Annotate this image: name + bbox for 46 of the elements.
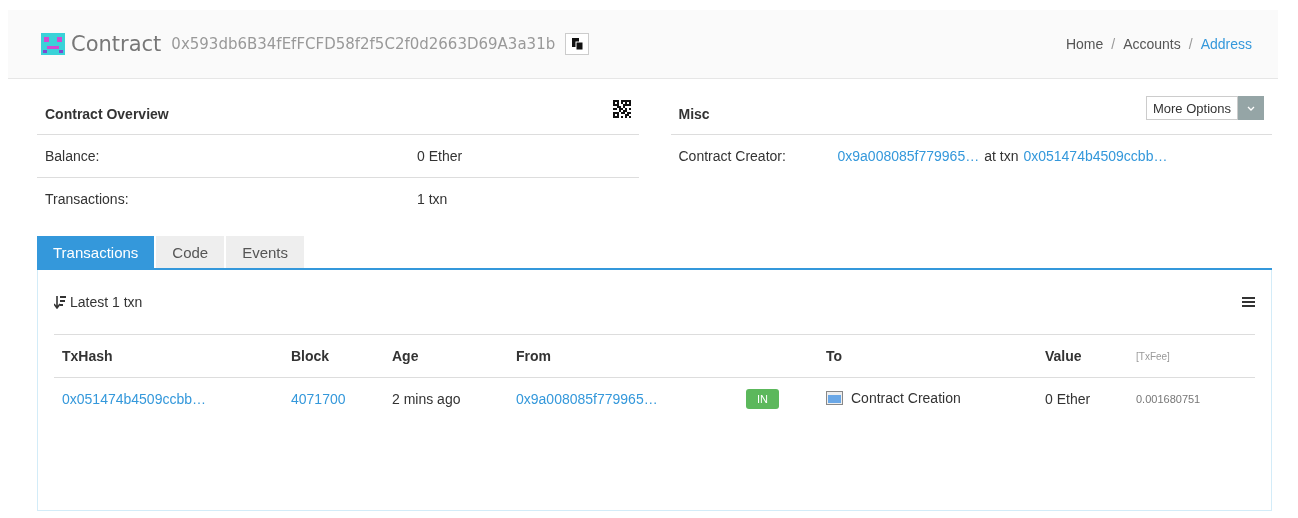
qr-code-icon[interactable] <box>612 99 631 118</box>
tab[interactable]: Code <box>156 236 225 268</box>
panel-title: Misc <box>678 104 710 122</box>
transaction-link[interactable]: 0x051474b4509ccbb… <box>1023 148 1168 164</box>
column-header: Value <box>1037 335 1128 378</box>
table-cell: 2 mins ago <box>384 377 508 420</box>
tab[interactable]: Events <box>226 236 305 268</box>
table-cell: 0 Ether <box>1037 377 1128 420</box>
breadcrumb-separator: / <box>1188 36 1193 52</box>
sender-link[interactable]: 0x9a008085f779965… <box>516 391 658 407</box>
contract-address: 0x593db6B34fEfFCFD58f2f5C2f0d2663D69A3a31b <box>171 35 556 53</box>
creator-link[interactable]: 0x9a008085f779965… <box>837 148 980 164</box>
tab[interactable]: Transactions <box>37 236 155 268</box>
column-header: [TxFee] <box>1128 335 1255 378</box>
field-text: at txn <box>984 148 1019 164</box>
column-header: Block <box>283 335 384 378</box>
breadcrumb-separator: / <box>1111 36 1116 52</box>
direction-badge: IN <box>746 389 779 409</box>
field-value: 0 Ether <box>417 148 463 164</box>
table-cell: 0.001680751 <box>1128 377 1255 420</box>
field-label: Contract Creator: <box>678 148 787 164</box>
table-cell: Contract Creation <box>851 390 961 406</box>
copy-icon <box>571 38 583 50</box>
caret-icon <box>1247 105 1255 111</box>
contract-logo-icon <box>41 33 65 55</box>
menu-icon[interactable] <box>1242 297 1255 307</box>
summary-text: Latest 1 txn <box>70 294 143 310</box>
column-header: To <box>818 335 1037 378</box>
block-link[interactable]: 4071700 <box>291 391 346 407</box>
breadcrumb-link[interactable]: Address <box>1200 36 1252 52</box>
panel-title: Contract Overview <box>45 104 169 122</box>
copy-button[interactable] <box>565 33 590 55</box>
more-options-button[interactable]: More Options <box>1145 96 1238 120</box>
breadcrumb-link[interactable]: Home <box>1065 36 1104 52</box>
column-header: Age <box>384 335 508 378</box>
transaction-link[interactable]: 0x051474b4509ccbb… <box>62 391 206 407</box>
field-label: Balance: <box>45 148 101 164</box>
breadcrumb-link[interactable]: Accounts <box>1123 36 1181 52</box>
sort-icon <box>54 295 66 309</box>
contract-icon <box>826 391 843 405</box>
field-label: Transactions: <box>45 191 130 207</box>
column-header: From <box>508 335 738 378</box>
field-value: 1 txn <box>417 191 448 207</box>
dropdown-toggle[interactable] <box>1238 96 1264 120</box>
column-header: TxHash <box>54 335 283 378</box>
page-title: Contract <box>71 32 162 56</box>
